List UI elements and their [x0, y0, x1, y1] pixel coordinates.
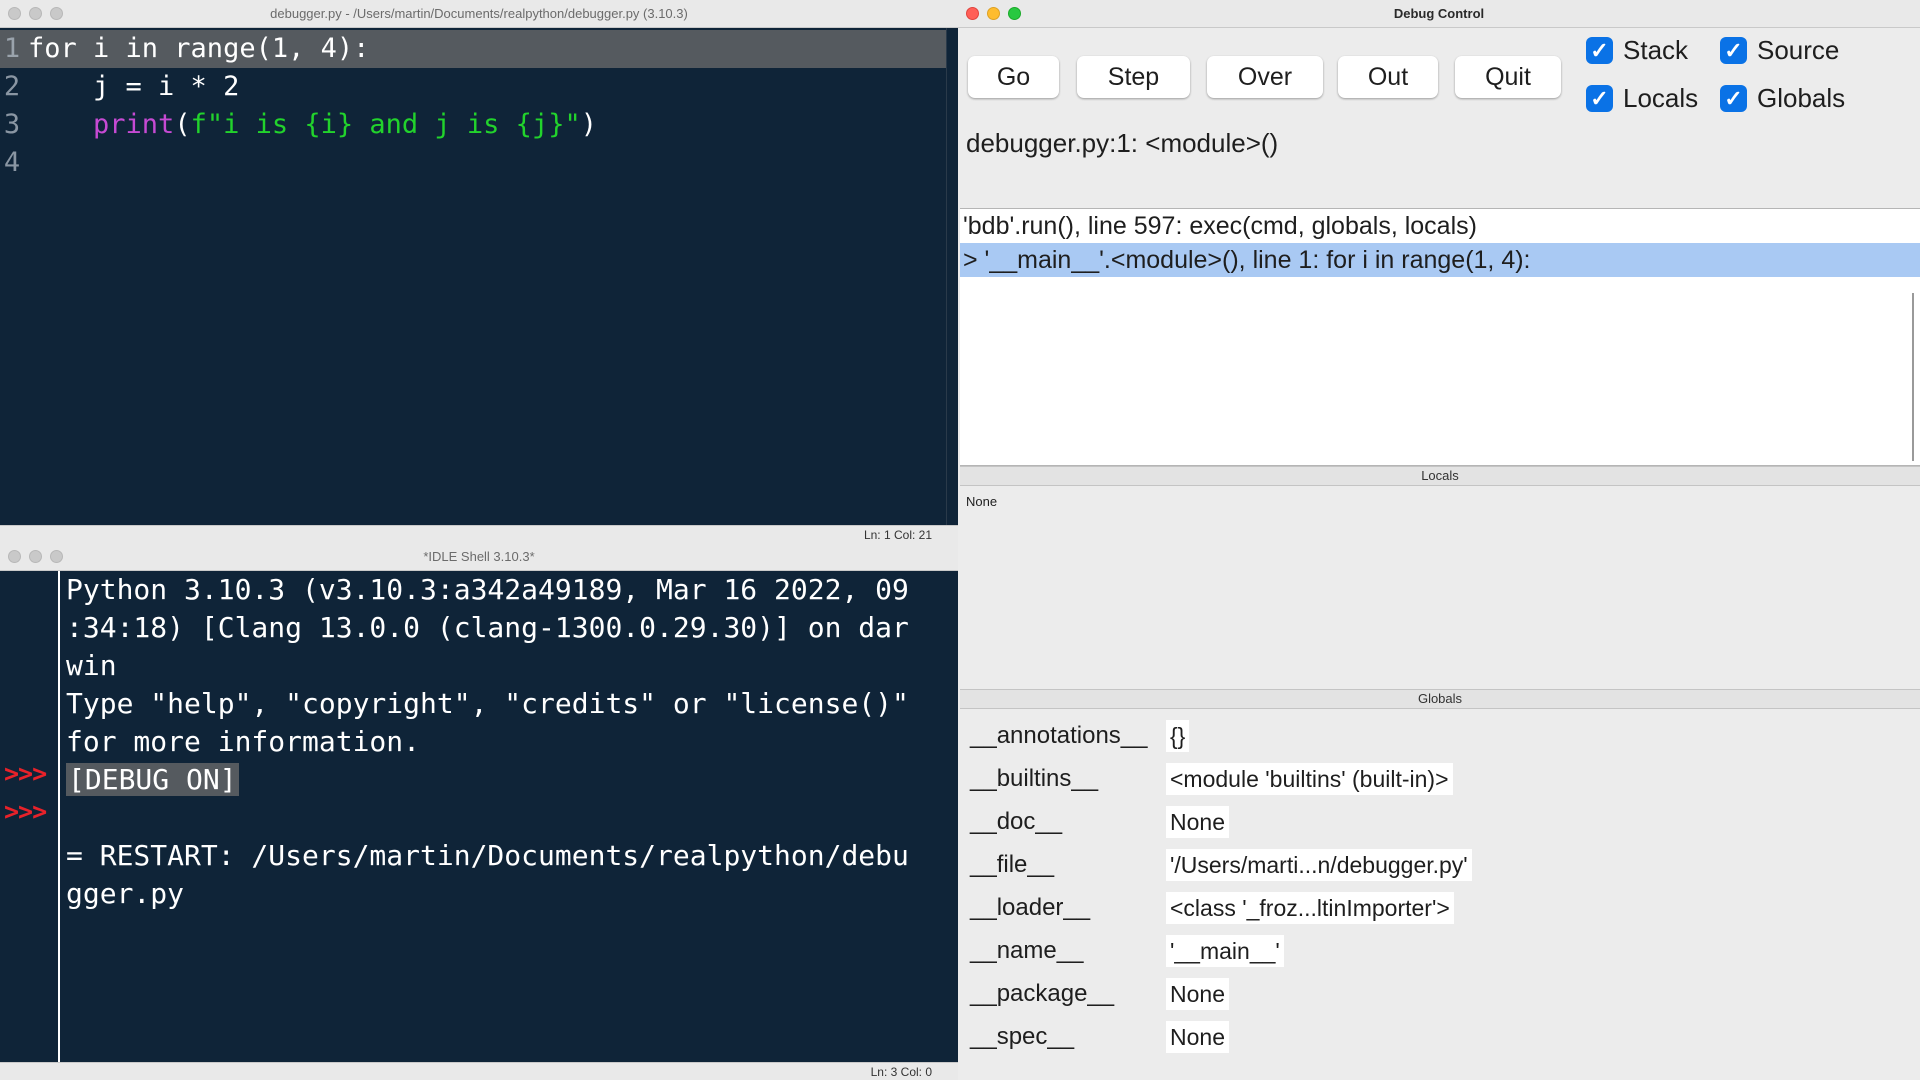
shell-prompt: >>> [4, 797, 47, 826]
globals-row: __builtins__ <module 'builtins' (built-i… [970, 761, 1910, 797]
global-value[interactable]: '/Users/marti...n/debugger.py' [1166, 849, 1472, 881]
global-name: __builtins__ [970, 765, 1099, 792]
shell-output-line: gger.py [66, 877, 185, 910]
globals-checkbox-label: Globals [1757, 82, 1846, 113]
editor-window: debugger.py - /Users/martin/Documents/re… [0, 0, 958, 543]
code-text: j = i * 2 [28, 71, 240, 102]
global-value[interactable]: None [1166, 1021, 1229, 1053]
global-name: __annotations__ [970, 722, 1148, 749]
globals-row: __annotations__ {} [970, 718, 1910, 754]
shell-output[interactable]: Python 3.10.3 (v3.10.3:a342a49189, Mar 1… [66, 571, 942, 913]
line-number: 3 [3, 109, 21, 140]
source-checkbox[interactable]: ✓ Source [1720, 34, 1839, 66]
globals-header: Globals [960, 689, 1920, 709]
code-line[interactable]: 4 [0, 144, 946, 182]
debug-status: debugger.py:1: <module>() [966, 128, 1279, 158]
editor-scrollbar[interactable] [946, 28, 958, 525]
line-number: 4 [3, 147, 21, 178]
shell-output-line: for more information. [66, 725, 421, 758]
cursor-position: Ln: 3 Col: 0 [870, 1065, 932, 1079]
open-paren: ( [174, 109, 191, 140]
global-name: __file__ [970, 851, 1055, 878]
globals-row: __spec__ None [970, 1019, 1910, 1055]
stack-list[interactable]: 'bdb'.run(), line 597: exec(cmd, globals… [960, 208, 1920, 466]
checkmark-icon: ✓ [1586, 84, 1613, 112]
cursor-position: Ln: 1 Col: 21 [863, 528, 932, 542]
checkmark-icon: ✓ [1720, 84, 1747, 112]
locals-checkbox-label: Locals [1623, 82, 1699, 113]
globals-row: __name__ '__main__' [970, 933, 1910, 969]
global-name: __package__ [970, 980, 1115, 1007]
shell-title: *IDLE Shell 3.10.3* [423, 549, 535, 564]
globals-row: __file__ '/Users/marti...n/debugger.py' [970, 847, 1910, 883]
global-value[interactable]: None [1166, 806, 1229, 838]
shell-window: *IDLE Shell 3.10.3* >>> >>> Python 3.10.… [0, 543, 958, 1080]
global-name: __loader__ [970, 894, 1091, 921]
shell-output-line: = RESTART: /Users/martin/Documents/realp… [66, 839, 909, 872]
locals-checkbox[interactable]: ✓ Locals [1586, 82, 1698, 114]
globals-row: __package__ None [970, 976, 1910, 1012]
code-line-current[interactable]: 1 for i in range(1, 4): [0, 30, 946, 68]
builtin-print: print [93, 109, 175, 140]
go-button[interactable]: Go [968, 56, 1059, 98]
code-text: print(f"i is {i} and j is {j}") [28, 106, 597, 144]
checkmark-icon: ✓ [1720, 36, 1747, 64]
editor-titlebar[interactable]: debugger.py - /Users/martin/Documents/re… [0, 0, 958, 28]
checkmark-icon: ✓ [1586, 36, 1613, 64]
debug-title: Debug Control [1393, 6, 1485, 21]
global-name: __doc__ [970, 808, 1063, 835]
debug-titlebar[interactable]: Debug Control [958, 0, 1920, 28]
fstring-literal: f"i is {i} and j is {j}" [190, 109, 581, 140]
stack-checkbox[interactable]: ✓ Stack [1586, 34, 1688, 66]
shell-output-line: :34:18) [Clang 13.0.0 (clang-1300.0.29.3… [66, 611, 909, 644]
stack-scrollbar[interactable] [1912, 293, 1914, 461]
code-text: for i in range(1, 4): [28, 33, 370, 64]
shell-output-line [66, 799, 942, 837]
shell-output-line: Python 3.10.3 (v3.10.3:a342a49189, Mar 1… [66, 573, 909, 606]
over-button[interactable]: Over [1207, 56, 1323, 98]
global-value[interactable]: <class '_froz...ltinImporter'> [1166, 892, 1454, 924]
line-number: 1 [3, 33, 21, 64]
stack-frame-selected[interactable]: > '__main__'.<module>(), line 1: for i i… [960, 243, 1920, 277]
shell-output-line: Type "help", "copyright", "credits" or "… [66, 687, 909, 720]
source-checkbox-label: Source [1757, 34, 1840, 65]
editor-statusbar: Ln: 1 Col: 21 [0, 525, 958, 543]
debug-control-window: Debug Control Go Step Over Out Quit ✓ St… [958, 0, 1920, 1080]
shell-scrollbar[interactable] [946, 571, 958, 1062]
global-name: __spec__ [970, 1023, 1075, 1050]
global-value[interactable]: '__main__' [1166, 935, 1284, 967]
stack-frame[interactable]: 'bdb'.run(), line 597: exec(cmd, globals… [960, 209, 1920, 243]
debug-status-line: [DEBUG ON] [66, 761, 942, 799]
global-value[interactable]: {} [1166, 720, 1190, 752]
quit-button[interactable]: Quit [1455, 56, 1561, 98]
globals-checkbox[interactable]: ✓ Globals [1720, 82, 1845, 114]
code-editor[interactable]: 1 for i in range(1, 4): 2 j = i * 2 3 pr… [0, 28, 946, 525]
shell-titlebar[interactable]: *IDLE Shell 3.10.3* [0, 543, 958, 571]
out-button[interactable]: Out [1338, 56, 1438, 98]
close-paren: ) [580, 109, 597, 140]
debug-on-text: [DEBUG ON] [66, 763, 239, 796]
global-value[interactable]: None [1166, 978, 1229, 1010]
editor-title: debugger.py - /Users/martin/Documents/re… [270, 6, 688, 21]
stack-checkbox-label: Stack [1623, 34, 1689, 65]
global-value[interactable]: <module 'builtins' (built-in)> [1166, 763, 1453, 795]
step-button[interactable]: Step [1077, 56, 1190, 98]
shell-prompt-gutter: >>> >>> [0, 571, 60, 1062]
shell-statusbar: Ln: 3 Col: 0 [0, 1062, 958, 1080]
locals-header: Locals [960, 466, 1920, 486]
shell-output-line: win [66, 649, 117, 682]
code-line[interactable]: 2 j = i * 2 [0, 68, 946, 106]
locals-value: None [966, 494, 998, 509]
code-line[interactable]: 3 print(f"i is {i} and j is {j}") [0, 106, 946, 144]
globals-row: __loader__ <class '_froz...ltinImporter'… [970, 890, 1910, 926]
shell-prompt: >>> [4, 759, 47, 788]
globals-row: __doc__ None [970, 804, 1910, 840]
line-number: 2 [3, 71, 21, 102]
global-name: __name__ [970, 937, 1084, 964]
